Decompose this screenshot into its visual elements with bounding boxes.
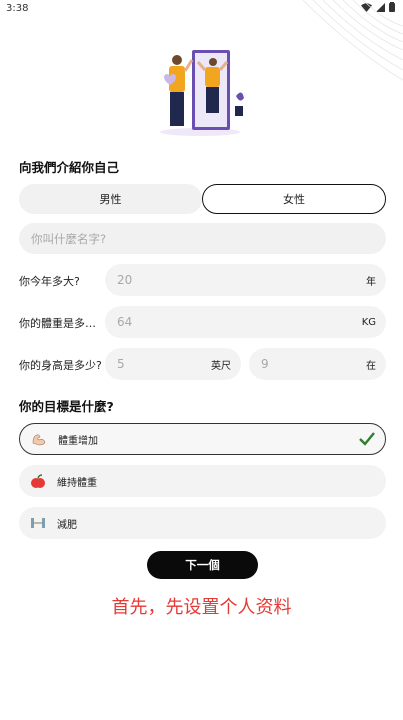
mirror-illustration xyxy=(160,50,244,136)
gender-male-option[interactable]: 男性 xyxy=(19,184,202,214)
dumbbell-icon xyxy=(29,514,47,532)
arm-flex-icon xyxy=(30,430,48,448)
status-time: 3:38 xyxy=(6,3,29,14)
age-field[interactable]: 20 年 xyxy=(105,264,386,296)
age-unit: 年 xyxy=(366,276,376,288)
weight-field[interactable]: 64 KG xyxy=(105,306,386,338)
goal-option-maintain-weight[interactable]: 維持體重 xyxy=(19,465,386,497)
goal-label: 體重增加 xyxy=(58,435,98,447)
height-feet-unit: 英尺 xyxy=(211,360,231,372)
goal-option-lose-weight[interactable]: 減肥 xyxy=(19,507,386,539)
height-inches-unit: 在 xyxy=(366,360,376,372)
weight-unit: KG xyxy=(361,316,376,328)
gender-female-option[interactable]: 女性 xyxy=(202,184,386,214)
weight-value: 64 xyxy=(117,315,133,329)
goal-label: 維持體重 xyxy=(57,477,97,489)
age-value: 20 xyxy=(117,273,133,287)
height-feet-field[interactable]: 5 英尺 xyxy=(105,348,241,380)
next-button[interactable]: 下一個 xyxy=(147,551,258,579)
goal-heading: 你的目標是什麼? xyxy=(19,399,114,414)
height-inches-value: 9 xyxy=(261,357,269,371)
goal-label: 減肥 xyxy=(57,519,77,531)
goal-option-gain-weight[interactable]: 體重增加 xyxy=(19,423,386,455)
check-icon xyxy=(359,432,375,446)
height-feet-value: 5 xyxy=(117,357,125,371)
decorative-lines xyxy=(302,0,403,81)
caption-text: 首先，先设置个人资料 xyxy=(111,597,292,618)
gender-male-label: 男性 xyxy=(99,193,122,206)
height-label: 你的身高是多少? xyxy=(19,359,102,372)
height-inches-field[interactable]: 9 在 xyxy=(249,348,386,380)
apple-icon xyxy=(29,472,47,490)
gender-female-label: 女性 xyxy=(283,193,305,206)
age-label: 你今年多大? xyxy=(19,275,80,288)
intro-heading: 向我們介紹你自己 xyxy=(19,160,120,175)
name-input[interactable] xyxy=(19,223,386,254)
weight-label: 你的體重是多少... xyxy=(19,317,105,330)
